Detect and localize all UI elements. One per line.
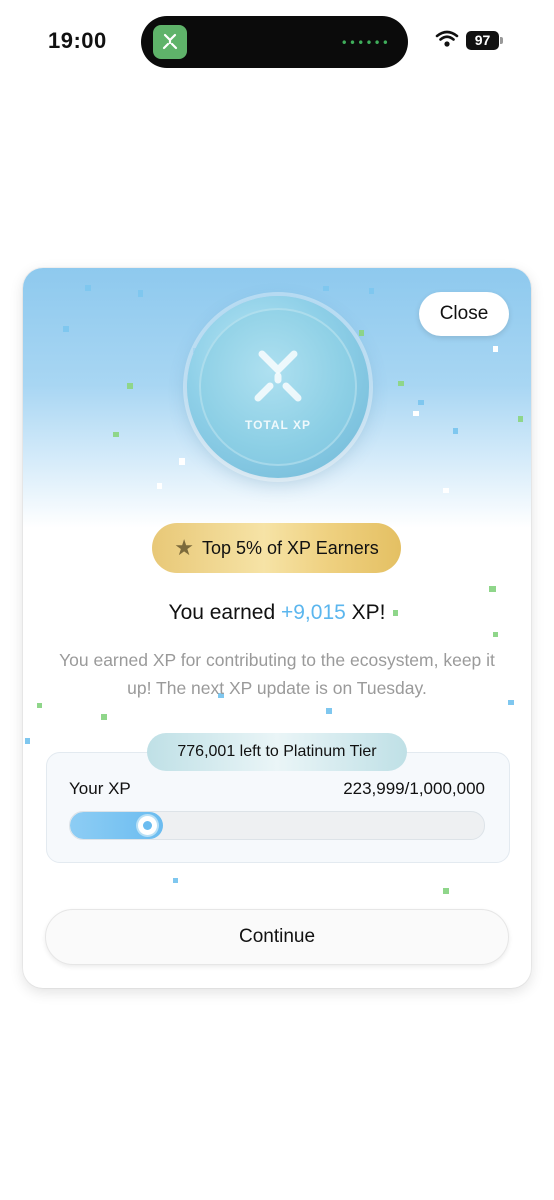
coin-logo-icon: [254, 350, 302, 402]
xp-amount: +9,015: [280, 601, 346, 624]
reward-headline: You earned +9,015 XP!: [23, 601, 531, 625]
headline-prefix: You earned: [168, 601, 281, 624]
coin-label: TOTAL XP: [244, 418, 311, 432]
xp-reward-modal: TOTAL XP Close ★ Top 5% of XP Earners Yo…: [23, 268, 531, 988]
xp-coin-icon: TOTAL XP: [187, 296, 369, 478]
coin-face: TOTAL XP: [199, 308, 357, 466]
battery-indicator: 97: [466, 31, 499, 50]
your-xp-label: Your XP: [69, 779, 131, 798]
island-indicator: ••••••: [340, 36, 390, 50]
continue-button[interactable]: Continue: [45, 909, 509, 965]
wifi-icon: [435, 30, 459, 53]
tier-remaining-pill: 776,001 left to Platinum Tier: [147, 733, 407, 771]
xp-progress-bar: [69, 811, 485, 840]
close-button[interactable]: Close: [419, 292, 509, 336]
xp-progress-knob: [138, 816, 157, 835]
star-icon: ★: [174, 535, 194, 560]
headline-suffix: XP!: [345, 601, 386, 624]
rank-badge: ★ Top 5% of XP Earners: [152, 523, 401, 573]
app-logo-icon: [153, 25, 187, 59]
badge-label: Top 5% of XP Earners: [201, 537, 379, 558]
reward-description: You earned XP for contributing to the ec…: [59, 650, 495, 698]
dynamic-island[interactable]: ••••••: [141, 16, 408, 68]
xp-value: 223,999/1,000,000: [343, 779, 485, 798]
battery-tip: [500, 37, 503, 44]
status-time: 19:00: [48, 28, 107, 53]
